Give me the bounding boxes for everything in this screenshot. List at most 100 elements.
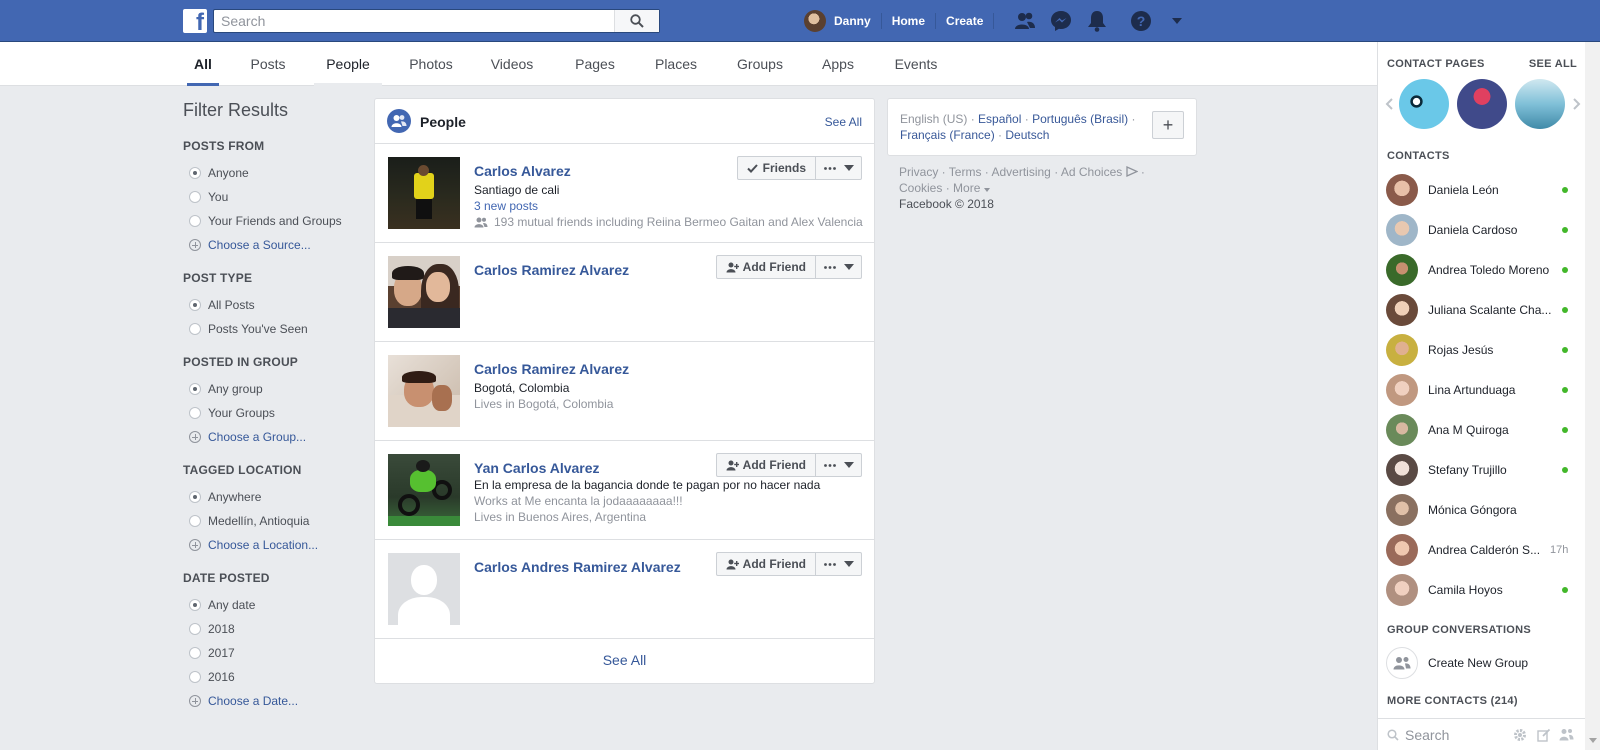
choose-date-label[interactable]: Choose a Date...	[208, 694, 298, 708]
profile-link[interactable]: Danny	[834, 14, 871, 28]
radio-selected[interactable]	[189, 599, 201, 611]
tab-photos[interactable]: Photos	[406, 42, 456, 86]
more-options-button[interactable]	[816, 552, 862, 576]
facebook-logo[interactable]: f	[183, 9, 207, 33]
create-new-group-button[interactable]: Create New Group	[1386, 647, 1528, 679]
radio-selected[interactable]	[189, 383, 201, 395]
default-profile-photo[interactable]	[388, 553, 460, 625]
filter-option[interactable]: Any group	[183, 377, 358, 401]
radio-selected[interactable]	[189, 167, 201, 179]
language-link[interactable]: Español	[978, 112, 1021, 126]
language-link[interactable]: Português (Brasil)	[1032, 112, 1128, 126]
tab-groups[interactable]: Groups	[732, 42, 788, 86]
person-name-link[interactable]: Carlos Ramirez Alvarez	[474, 262, 629, 278]
more-languages-button[interactable]: +	[1152, 111, 1184, 139]
filter-option[interactable]: Anywhere	[183, 485, 358, 509]
filter-option[interactable]: You	[183, 185, 358, 209]
radio-selected[interactable]	[189, 491, 201, 503]
terms-link[interactable]: Terms	[949, 165, 982, 179]
user-avatar[interactable]	[804, 10, 826, 32]
contact-item[interactable]: Stefany Trujillo	[1386, 452, 1578, 488]
choose-date-link[interactable]: Choose a Date...	[183, 689, 358, 713]
chevron-left-icon[interactable]	[1385, 98, 1393, 110]
friends-icon[interactable]	[1014, 10, 1036, 32]
new-posts-link[interactable]: 3 new posts	[474, 199, 538, 213]
privacy-link[interactable]: Privacy	[899, 165, 938, 179]
contact-item[interactable]: Ana M Quiroga	[1386, 412, 1578, 448]
add-friend-button[interactable]: Add Friend	[715, 552, 816, 576]
filter-option[interactable]: Your Friends and Groups	[183, 209, 358, 233]
profile-photo[interactable]	[388, 157, 460, 229]
radio[interactable]	[189, 671, 201, 683]
add-friend-button[interactable]: Add Friend	[715, 453, 816, 477]
radio[interactable]	[189, 323, 201, 335]
radio-selected[interactable]	[189, 299, 201, 311]
gear-icon[interactable]	[1513, 728, 1527, 742]
more-link[interactable]: More	[953, 181, 990, 195]
person-name-link[interactable]: Carlos Andres Ramirez Alvarez	[474, 559, 681, 575]
home-link[interactable]: Home	[892, 14, 925, 28]
contact-item[interactable]: Lina Artunduaga	[1386, 372, 1578, 408]
filter-option[interactable]: Anyone	[183, 161, 358, 185]
more-options-button[interactable]	[816, 156, 862, 180]
scroll-down-arrow-icon[interactable]	[1589, 738, 1597, 743]
choose-location-link[interactable]: Choose a Location...	[183, 533, 358, 557]
add-group-icon[interactable]	[1559, 728, 1574, 741]
chat-scrollbar[interactable]	[1585, 42, 1600, 750]
notifications-icon[interactable]	[1086, 10, 1108, 32]
choose-location-label[interactable]: Choose a Location...	[208, 538, 318, 552]
filter-option[interactable]: 2017	[183, 641, 358, 665]
radio[interactable]	[189, 623, 201, 635]
more-options-button[interactable]	[816, 255, 862, 279]
search-button[interactable]	[614, 10, 659, 32]
tab-pages[interactable]: Pages	[570, 42, 620, 86]
filter-option[interactable]: 2018	[183, 617, 358, 641]
messenger-icon[interactable]	[1050, 10, 1072, 32]
radio[interactable]	[189, 191, 201, 203]
compose-icon[interactable]	[1537, 728, 1551, 742]
choose-group-link[interactable]: Choose a Group...	[183, 425, 358, 449]
contact-item[interactable]: Daniela León	[1386, 172, 1578, 208]
radio[interactable]	[189, 515, 201, 527]
filter-option[interactable]: Any date	[183, 593, 358, 617]
contact-item[interactable]: Daniela Cardoso	[1386, 212, 1578, 248]
choose-source-label[interactable]: Choose a Source...	[208, 238, 311, 252]
contact-item[interactable]: Mónica Góngora	[1386, 492, 1578, 528]
filter-option[interactable]: Your Groups	[183, 401, 358, 425]
profile-photo[interactable]	[388, 355, 460, 427]
radio[interactable]	[189, 407, 201, 419]
contact-item[interactable]: Rojas Jesús	[1386, 332, 1578, 368]
tab-posts[interactable]: Posts	[248, 42, 288, 86]
tab-people[interactable]: People	[314, 42, 382, 86]
contact-item[interactable]: Camila Hoyos	[1386, 572, 1578, 608]
more-options-button[interactable]	[816, 453, 862, 477]
filter-option[interactable]: Posts You've Seen	[183, 317, 358, 341]
radio[interactable]	[189, 647, 201, 659]
tab-apps[interactable]: Apps	[818, 42, 858, 86]
filter-option[interactable]: Medellín, Antioquia	[183, 509, 358, 533]
tab-videos[interactable]: Videos	[487, 42, 537, 86]
create-link[interactable]: Create	[946, 14, 983, 28]
see-all-link[interactable]: SEE ALL	[1529, 58, 1577, 70]
language-link[interactable]: Deutsch	[1005, 128, 1049, 142]
chevron-right-icon[interactable]	[1573, 98, 1581, 110]
account-menu-icon[interactable]	[1166, 10, 1188, 32]
contact-page-avatar[interactable]	[1457, 79, 1507, 129]
chat-search-input[interactable]	[1405, 726, 1505, 743]
help-icon[interactable]: ?	[1130, 10, 1152, 32]
search-input[interactable]	[214, 10, 614, 32]
choose-group-label[interactable]: Choose a Group...	[208, 430, 306, 444]
ad-choices-link[interactable]: Ad Choices	[1061, 165, 1139, 179]
choose-source-link[interactable]: Choose a Source...	[183, 233, 358, 257]
advertising-link[interactable]: Advertising	[991, 165, 1050, 179]
person-name-link[interactable]: Carlos Alvarez	[474, 163, 571, 179]
people-see-all-footer[interactable]: See All	[375, 639, 874, 681]
profile-photo[interactable]	[388, 256, 460, 328]
tab-events[interactable]: Events	[891, 42, 941, 86]
person-name-link[interactable]: Yan Carlos Alvarez	[474, 460, 600, 476]
contact-page-avatar[interactable]	[1515, 79, 1565, 129]
tab-all[interactable]: All	[187, 42, 219, 86]
person-name-link[interactable]: Carlos Ramirez Alvarez	[474, 361, 629, 377]
contact-item[interactable]: Juliana Scalante Cha...	[1386, 292, 1578, 328]
filter-option[interactable]: 2016	[183, 665, 358, 689]
